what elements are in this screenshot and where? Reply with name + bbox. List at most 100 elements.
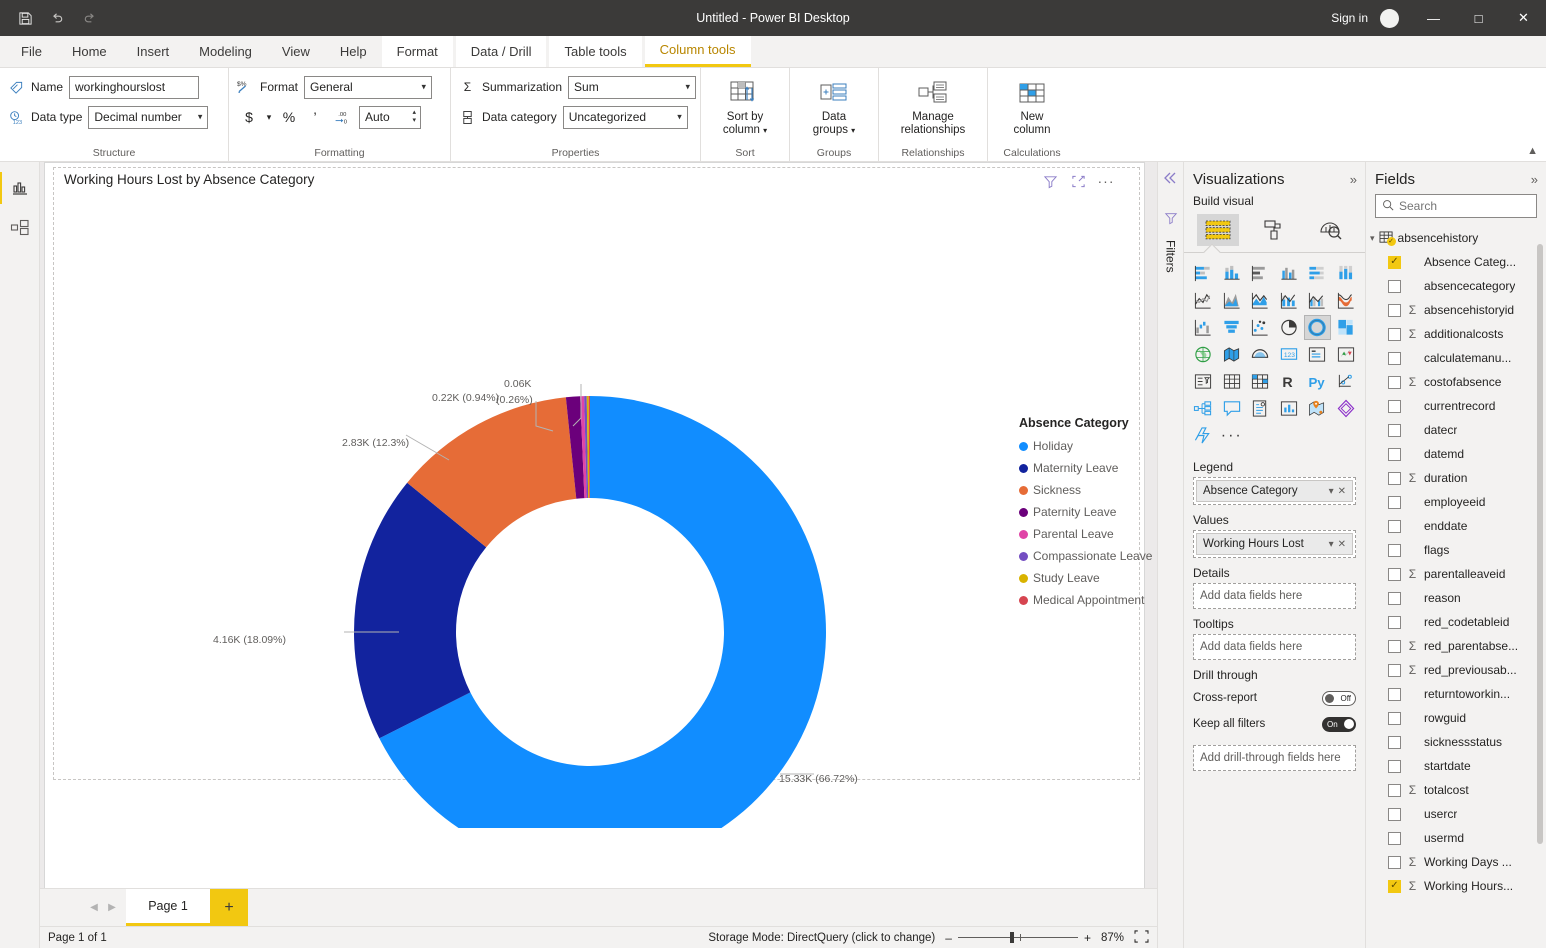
chevron-down-icon[interactable]: ▾	[1327, 539, 1336, 550]
viz-type-power-apps[interactable]	[1333, 396, 1360, 421]
viz-type-100-stacked-bar-chart[interactable]	[1304, 261, 1331, 286]
ribbon-tab-table-tools[interactable]: Table tools	[549, 35, 642, 67]
ribbon-tab-help[interactable]: Help	[325, 35, 382, 67]
field-checkbox[interactable]	[1388, 447, 1401, 461]
field-checkbox[interactable]	[1388, 567, 1401, 581]
sidebar-item-report-view[interactable]	[0, 170, 38, 206]
viz-type-clustered-bar-chart[interactable]	[1247, 261, 1274, 286]
viz-type-decomposition-tree[interactable]	[1190, 396, 1217, 421]
field-checkbox[interactable]	[1388, 423, 1401, 437]
zoom-out-button[interactable]: –	[945, 931, 952, 945]
field-table-absencehistory[interactable]: ▾ ✓ absencehistory	[1370, 226, 1546, 250]
field-item[interactable]: Σred_previousab...	[1370, 658, 1546, 682]
field-item[interactable]: flags	[1370, 538, 1546, 562]
zoom-track[interactable]	[957, 932, 1078, 943]
fields-scrollbar[interactable]	[1537, 244, 1543, 844]
field-item[interactable]: calculatemanu...	[1370, 346, 1546, 370]
viz-type-map[interactable]	[1190, 342, 1217, 367]
field-item[interactable]: datemd	[1370, 442, 1546, 466]
page-tab-page-1[interactable]: Page 1	[126, 889, 210, 926]
field-checkbox[interactable]	[1388, 783, 1401, 797]
viz-type-table[interactable]	[1219, 369, 1246, 394]
viz-type-100-stacked-column-chart[interactable]	[1333, 261, 1360, 286]
viz-type-python-visual[interactable]: Py	[1304, 369, 1331, 394]
viz-type-filled-map[interactable]	[1219, 342, 1246, 367]
viz-type-card[interactable]: 123	[1276, 342, 1303, 367]
minimize-button[interactable]: —	[1411, 0, 1456, 36]
field-checkbox[interactable]	[1388, 303, 1401, 317]
summarization-select[interactable]: Sum ▾	[568, 75, 697, 99]
field-item[interactable]: Σadditionalcosts	[1370, 322, 1546, 346]
viz-type-pie-chart[interactable]	[1276, 315, 1303, 340]
field-item[interactable]: rowguid	[1370, 706, 1546, 730]
viz-type-more-visuals[interactable]: ···	[1219, 423, 1246, 448]
field-item[interactable]: red_codetableid	[1370, 610, 1546, 634]
viz-type-key-influencers[interactable]	[1333, 369, 1360, 394]
maximize-button[interactable]: □	[1456, 0, 1501, 36]
field-item[interactable]: reason	[1370, 586, 1546, 610]
name-field[interactable]: workinghourslost	[69, 75, 200, 99]
legend-item-maternity-leave[interactable]: Maternity Leave	[1019, 457, 1169, 479]
chip-working-hours-lost[interactable]: Working Hours Lost ▾ ✕	[1196, 533, 1353, 555]
keep-all-filters-toggle[interactable]: On	[1322, 716, 1356, 732]
field-checkbox[interactable]	[1388, 543, 1401, 557]
field-checkbox[interactable]	[1388, 255, 1401, 269]
decimal-places-icon[interactable]: .00 0	[329, 105, 353, 129]
search-box[interactable]	[1375, 194, 1537, 218]
field-item[interactable]: returntoworkin...	[1370, 682, 1546, 706]
well-legend[interactable]: Absence Category ▾ ✕	[1193, 477, 1356, 505]
legend-item-medical-appointment[interactable]: Medical Appointment	[1019, 589, 1169, 611]
viz-type-donut-chart[interactable]	[1304, 315, 1331, 340]
ribbon-tab-modeling[interactable]: Modeling	[184, 35, 267, 67]
viz-type-ribbon-chart[interactable]	[1333, 288, 1360, 313]
viz-type-scatter-chart[interactable]	[1247, 315, 1274, 340]
viz-type-clustered-column-chart[interactable]	[1276, 261, 1303, 286]
zoom-thumb[interactable]	[1009, 932, 1014, 943]
viz-type-kpi[interactable]	[1333, 342, 1360, 367]
field-checkbox[interactable]	[1388, 639, 1401, 653]
close-button[interactable]: ✕	[1501, 0, 1546, 36]
ribbon-tab-view[interactable]: View	[267, 35, 325, 67]
viz-type-matrix[interactable]	[1247, 369, 1274, 394]
remove-field-icon[interactable]: ✕	[1336, 539, 1348, 550]
field-item[interactable]: Σtotalcost	[1370, 778, 1546, 802]
data-groups-button[interactable]: Data groups ▾	[798, 74, 870, 142]
viz-type-qa-visual[interactable]	[1219, 396, 1246, 421]
sidebar-item-model-view[interactable]	[2, 210, 38, 246]
well-values[interactable]: Working Hours Lost ▾ ✕	[1193, 530, 1356, 558]
viz-type-arcgis-map[interactable]	[1304, 396, 1331, 421]
viz-type-power-automate[interactable]	[1190, 423, 1217, 448]
field-item[interactable]: absencecategory	[1370, 274, 1546, 298]
decimal-places-field[interactable]: Auto ▴ ▾	[359, 105, 421, 129]
data-type-select[interactable]: Decimal number ▾	[88, 105, 209, 129]
field-item[interactable]: Σparentalleaveid	[1370, 562, 1546, 586]
field-item[interactable]: Σduration	[1370, 466, 1546, 490]
field-checkbox[interactable]	[1388, 519, 1401, 533]
field-item[interactable]: datecr	[1370, 418, 1546, 442]
field-checkbox[interactable]	[1388, 375, 1401, 389]
build-visual-tab[interactable]	[1197, 214, 1240, 246]
manage-relationships-button[interactable]: Manage relationships	[887, 74, 979, 142]
format-visual-tab[interactable]	[1253, 214, 1295, 246]
field-checkbox[interactable]	[1388, 615, 1401, 629]
well-drill-through[interactable]: Add drill-through fields here	[1193, 745, 1356, 771]
field-item[interactable]: usercr	[1370, 802, 1546, 826]
field-checkbox[interactable]	[1388, 327, 1401, 341]
field-checkbox[interactable]	[1388, 591, 1401, 605]
legend-item-sickness[interactable]: Sickness	[1019, 479, 1169, 501]
viz-type-multi-row-card[interactable]	[1304, 342, 1331, 367]
well-tooltips[interactable]: Add data fields here	[1193, 634, 1356, 660]
viz-type-area-chart[interactable]	[1219, 288, 1246, 313]
field-checkbox[interactable]	[1388, 663, 1401, 677]
avatar[interactable]	[1380, 8, 1399, 28]
sort-by-column-button[interactable]: Sort by column ▾	[709, 74, 781, 142]
field-item[interactable]: Σcostofabsence	[1370, 370, 1546, 394]
legend-item-paternity-leave[interactable]: Paternity Leave	[1019, 501, 1169, 523]
page-next-icon[interactable]: ▶	[104, 902, 120, 913]
viz-type-waterfall-chart[interactable]	[1190, 315, 1217, 340]
legend-item-compassionate-leave[interactable]: Compassionate Leave	[1019, 545, 1169, 567]
chip-absence-category[interactable]: Absence Category ▾ ✕	[1196, 480, 1353, 502]
viz-type-treemap[interactable]	[1333, 315, 1360, 340]
field-checkbox[interactable]	[1388, 687, 1401, 701]
storage-mode-label[interactable]: Storage Mode: DirectQuery (click to chan…	[708, 932, 935, 944]
